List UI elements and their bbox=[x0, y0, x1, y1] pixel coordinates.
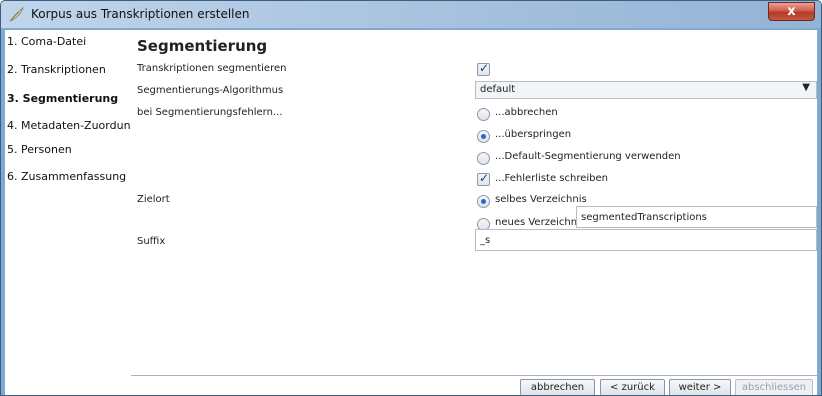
checkmark-icon: ✓ bbox=[479, 171, 490, 185]
radio-selbes-verzeichnis-label[interactable]: selbes Verzeichnis bbox=[495, 194, 587, 205]
window-title: Korpus aus Transkriptionen erstellen bbox=[31, 7, 250, 21]
error-handling-label: bei Segmentierungsfehlern... bbox=[137, 107, 283, 118]
radio-abbrechen[interactable] bbox=[477, 108, 490, 121]
chevron-down-icon[interactable]: ▼ bbox=[802, 82, 810, 93]
sidebar-item-segmentierung[interactable]: 3. Segmentierung bbox=[7, 92, 118, 105]
feather-icon bbox=[9, 6, 25, 22]
new-directory-input[interactable] bbox=[577, 207, 816, 227]
algorithm-label: Segmentierungs-Algorithmus bbox=[137, 85, 284, 96]
suffix-label: Suffix bbox=[137, 236, 166, 247]
radio-selbes-verzeichnis[interactable] bbox=[477, 195, 490, 208]
title-bar[interactable]: Korpus aus Transkriptionen erstellen x bbox=[1, 1, 821, 28]
footer-divider bbox=[131, 375, 817, 376]
cancel-button[interactable]: abbrechen bbox=[520, 379, 595, 395]
sidebar-item-transkriptionen[interactable]: 2. Transkriptionen bbox=[7, 63, 106, 76]
new-directory-field[interactable] bbox=[576, 206, 817, 228]
next-button[interactable]: weiter > bbox=[669, 379, 731, 395]
radio-neues-verzeichnis-label[interactable]: neues Verzeichnis bbox=[495, 217, 585, 228]
sidebar-item-coma-datei[interactable]: 1. Coma-Datei bbox=[7, 35, 86, 48]
suffix-input[interactable] bbox=[476, 230, 816, 250]
sidebar-item-zusammenfassung[interactable]: 6. Zusammenfassung bbox=[7, 170, 126, 183]
checkmark-icon: ✓ bbox=[479, 61, 490, 75]
radio-ueberspringen[interactable] bbox=[477, 130, 490, 143]
segment-checkbox[interactable]: ✓ bbox=[477, 61, 490, 76]
back-button[interactable]: < zurück bbox=[600, 379, 665, 395]
dialog-window: Korpus aus Transkriptionen erstellen x 1… bbox=[0, 0, 822, 396]
radio-selected-dot bbox=[481, 199, 486, 204]
radio-default-segmentierung-label[interactable]: ...Default-Segmentierung verwenden bbox=[495, 151, 681, 162]
sidebar-item-personen[interactable]: 5. Personen bbox=[7, 143, 72, 156]
radio-ueberspringen-label[interactable]: ...überspringen bbox=[495, 129, 571, 140]
close-button[interactable]: x bbox=[768, 2, 815, 21]
error-list-label[interactable]: ...Fehlerliste schreiben bbox=[495, 173, 608, 184]
page-title: Segmentierung bbox=[137, 37, 268, 55]
wizard-steps-sidebar: 1. Coma-Datei 2. Transkriptionen 3. Segm… bbox=[5, 30, 138, 395]
suffix-field[interactable] bbox=[475, 229, 817, 251]
finish-button[interactable]: abschliessen bbox=[735, 379, 813, 395]
dialog-client-area: 1. Coma-Datei 2. Transkriptionen 3. Segm… bbox=[5, 30, 817, 395]
error-list-checkbox[interactable]: ✓ bbox=[477, 171, 490, 186]
segment-label: Transkriptionen segmentieren bbox=[137, 63, 287, 74]
algorithm-select[interactable]: default ▼ bbox=[475, 81, 817, 99]
target-label: Zielort bbox=[137, 194, 170, 205]
radio-default-segmentierung[interactable] bbox=[477, 152, 490, 165]
radio-selected-dot bbox=[481, 134, 486, 139]
segmentation-panel: Segmentierung Transkriptionen segmentier… bbox=[131, 30, 817, 395]
radio-abbrechen-label[interactable]: ...abbrechen bbox=[495, 107, 558, 118]
sidebar-item-metadaten-zuordung[interactable]: 4. Metadaten-Zuordung bbox=[7, 119, 138, 132]
algorithm-value: default bbox=[480, 84, 516, 95]
close-icon: x bbox=[787, 4, 796, 19]
